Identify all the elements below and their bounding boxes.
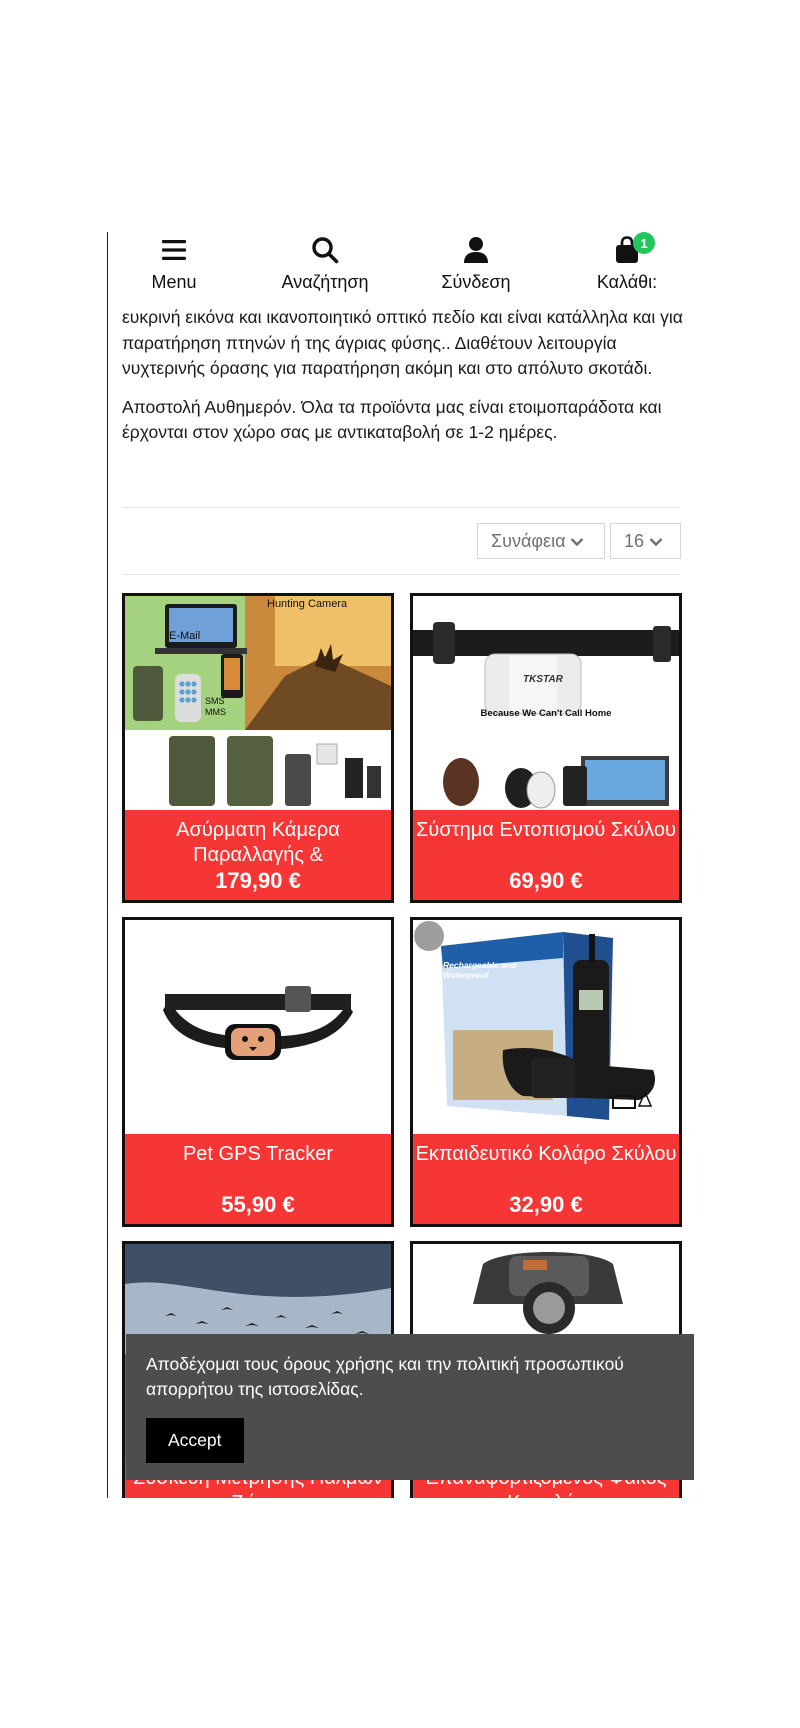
- product-info: Ασύρματη Κάμερα Παραλλαγής & 179,90 €: [125, 810, 391, 900]
- description-paragraph: Αποστολή Αυθημερόν. Όλα τα προϊόντα μας …: [122, 396, 662, 443]
- product-price: 55,90 €: [221, 1192, 295, 1217]
- product-info: Εκπαιδευτικό Κολάρο Σκύλου 32,90 €: [413, 1134, 679, 1224]
- sort-select-value: Συνάφεια: [491, 530, 566, 551]
- search-icon: [311, 236, 339, 269]
- sort-select[interactable]: Συνάφεια: [477, 523, 605, 559]
- product-image-caption: SMS: [205, 696, 225, 706]
- description-paragraph: ευκρινή εικόνα και ικανοποιητικό οπτικό …: [122, 307, 683, 378]
- product-image-caption: MMS: [205, 707, 226, 717]
- product-image[interactable]: Rechargeable and Waterproof: [413, 920, 679, 1134]
- product-image[interactable]: TKSTAR Because We Can't Call Home: [413, 596, 679, 810]
- menu-icon: [161, 238, 187, 267]
- product-price: 32,90 €: [509, 1192, 583, 1217]
- page-frame: Menu Αναζήτηση Σύνδεση 1 Καλάθι: ευκρινή…: [107, 232, 697, 1498]
- product-card[interactable]: TKSTAR Because We Can't Call Home Σύστημ…: [410, 593, 682, 903]
- product-title[interactable]: Σύστημα Εντοπισμού Σκύλου: [413, 810, 679, 868]
- product-title[interactable]: Pet GPS Tracker: [125, 1134, 391, 1192]
- nav-login[interactable]: Σύνδεση: [416, 232, 536, 293]
- product-info: Σύστημα Εντοπισμού Σκύλου 69,90 €: [413, 810, 679, 900]
- chevron-down-icon: [565, 531, 584, 552]
- product-image-caption: Because We Can't Call Home: [480, 708, 612, 719]
- nav-menu[interactable]: Menu: [114, 232, 234, 293]
- product-card[interactable]: Pet GPS Tracker 55,90 €: [122, 917, 394, 1227]
- cookie-text: Αποδέχομαι τους όρους χρήσης και την πολ…: [146, 1354, 624, 1399]
- product-image[interactable]: [125, 920, 391, 1134]
- nav-menu-label: Menu: [151, 272, 197, 292]
- product-card[interactable]: Hunting Camera E-Mail SMS MMS Ασύρματη Κ…: [122, 593, 394, 903]
- sort-toolbar: Συνάφεια 16: [122, 507, 681, 575]
- product-title[interactable]: Εκπαιδευτικό Κολάρο Σκύλου: [413, 1134, 679, 1192]
- product-image-caption: Rechargeable and Waterproof: [443, 960, 517, 980]
- product-price: 69,90 €: [509, 868, 583, 893]
- per-page-select[interactable]: 16: [610, 523, 681, 559]
- user-icon: [463, 236, 489, 269]
- top-nav: Menu Αναζήτηση Σύνδεση 1 Καλάθι:: [108, 232, 697, 302]
- nav-search-label: Αναζήτηση: [281, 272, 369, 292]
- accept-button[interactable]: Accept: [146, 1418, 244, 1463]
- per-page-value: 16: [624, 530, 645, 551]
- product-card[interactable]: Rechargeable and Waterproof Εκπαιδευτικό…: [410, 917, 682, 1227]
- product-info: Pet GPS Tracker 55,90 €: [125, 1134, 391, 1224]
- product-image[interactable]: Hunting Camera E-Mail SMS MMS: [125, 596, 391, 810]
- product-price: 179,90 €: [215, 868, 301, 893]
- cookie-banner: Αποδέχομαι τους όρους χρήσης και την πολ…: [126, 1334, 694, 1480]
- nav-login-label: Σύνδεση: [441, 272, 511, 292]
- nav-cart[interactable]: 1 Καλάθι:: [567, 232, 687, 293]
- cart-count-badge: 1: [633, 232, 655, 254]
- nav-cart-label: Καλάθι:: [596, 272, 658, 292]
- category-description: ευκρινή εικόνα και ικανοποιητικό οπτικό …: [122, 305, 694, 459]
- product-image-caption: Hunting Camera: [267, 598, 348, 610]
- nav-search[interactable]: Αναζήτηση: [265, 232, 385, 293]
- product-title[interactable]: Ασύρματη Κάμερα Παραλλαγής &: [125, 810, 391, 868]
- product-image-caption: E-Mail: [169, 630, 201, 642]
- product-image-caption: TKSTAR: [523, 674, 563, 685]
- chevron-down-icon: [644, 531, 663, 552]
